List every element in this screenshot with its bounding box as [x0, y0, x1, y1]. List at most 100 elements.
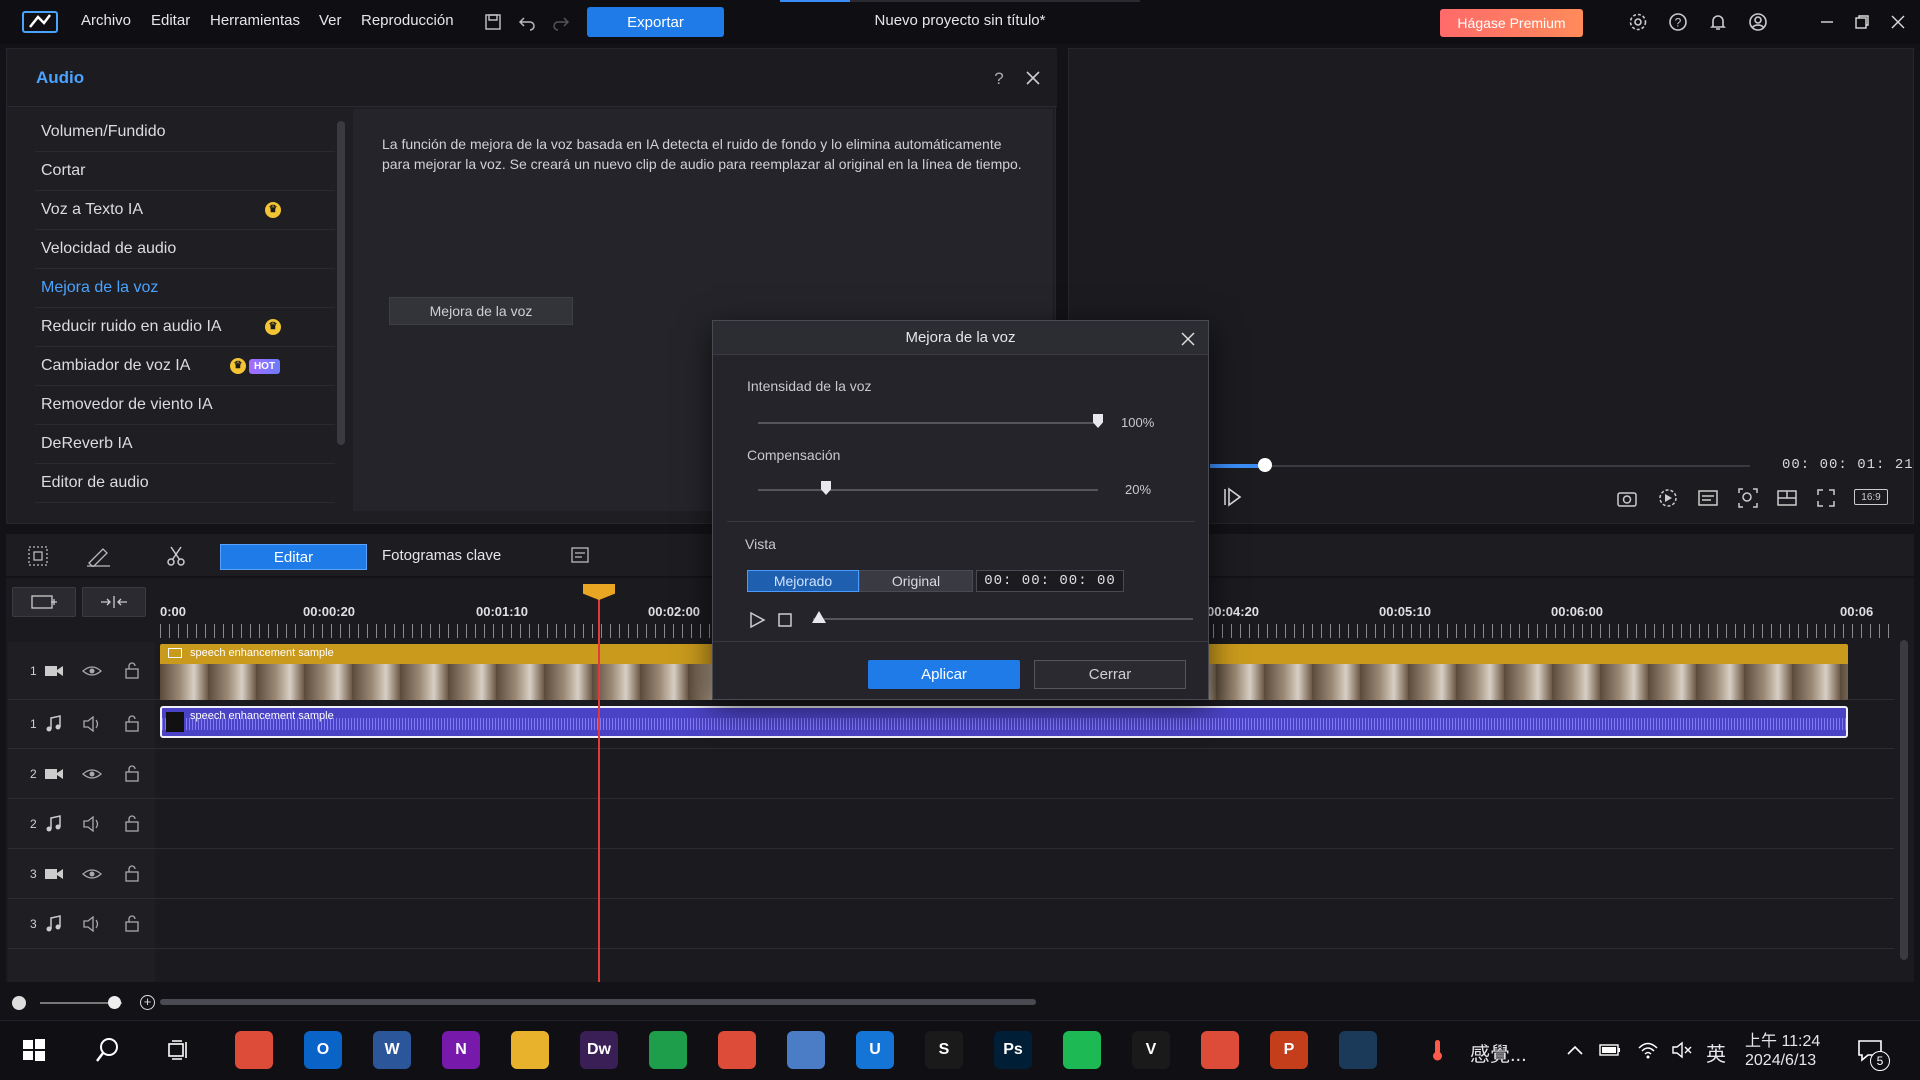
taskbar-app-icon[interactable]: [787, 1031, 825, 1069]
zoom-fit-icon[interactable]: [1736, 486, 1760, 510]
play-step-icon[interactable]: [1220, 485, 1244, 509]
lock-icon[interactable]: [122, 813, 142, 833]
audio-item-mejora-voz[interactable]: Mejora de la voz: [35, 269, 335, 308]
audio-item-cortar[interactable]: Cortar: [35, 152, 335, 191]
taskbar-app-icon[interactable]: Ps: [994, 1031, 1032, 1069]
taskbar-app-icon[interactable]: W: [373, 1031, 411, 1069]
save-icon[interactable]: [481, 10, 505, 34]
compensation-slider-track[interactable]: [758, 489, 1098, 491]
fit-timeline-button[interactable]: [82, 587, 146, 617]
apply-button[interactable]: Aplicar: [868, 660, 1020, 689]
render-preview-icon[interactable]: [1656, 486, 1680, 510]
taskbar-app-icon[interactable]: P: [1270, 1031, 1308, 1069]
help-icon[interactable]: ?: [1666, 10, 1690, 34]
dialog-play-icon[interactable]: [745, 608, 769, 632]
visibility-eye-icon[interactable]: [82, 764, 102, 784]
visibility-eye-icon[interactable]: [82, 661, 102, 681]
subtitles-icon[interactable]: [1696, 486, 1720, 510]
taskbar-app-icon[interactable]: V: [1132, 1031, 1170, 1069]
timeline-vertical-scrollbar[interactable]: [1900, 640, 1908, 960]
audio-clip[interactable]: speech enhancement sample: [160, 706, 1848, 738]
dialog-stop-icon[interactable]: [773, 608, 797, 632]
lock-icon[interactable]: [122, 713, 142, 733]
pen-tool-icon[interactable]: [86, 544, 110, 568]
task-view-icon[interactable]: [166, 1038, 190, 1062]
taskbar-app-icon[interactable]: N: [442, 1031, 480, 1069]
audio-item-cambiador-voz[interactable]: Cambiador de voz IA ♛ HOT: [35, 347, 335, 386]
minimize-icon[interactable]: [1815, 10, 1839, 34]
add-track-button[interactable]: [12, 587, 76, 617]
view-original-toggle[interactable]: Original: [859, 570, 973, 592]
account-icon[interactable]: [1746, 10, 1770, 34]
menu-ver[interactable]: Ver: [319, 12, 342, 29]
audio-item-voz-a-texto[interactable]: Voz a Texto IA ♛: [35, 191, 335, 230]
menu-editar[interactable]: Editar: [151, 12, 190, 29]
tab-keyframes[interactable]: Fotogramas clave: [382, 547, 501, 564]
lock-icon[interactable]: [122, 863, 142, 883]
lock-icon[interactable]: [122, 763, 142, 783]
speaker-icon[interactable]: [82, 914, 102, 934]
taskbar-app-icon[interactable]: [649, 1031, 687, 1069]
audio-item-dereverb[interactable]: DeReverb IA: [35, 425, 335, 464]
audio-item-velocidad[interactable]: Velocidad de audio: [35, 230, 335, 269]
taskbar-app-icon[interactable]: S: [925, 1031, 963, 1069]
clock-date[interactable]: 2024/6/13: [1745, 1052, 1816, 1070]
preview-scrubber-track[interactable]: [1210, 465, 1750, 467]
visibility-eye-icon[interactable]: [82, 864, 102, 884]
notification-bell-icon[interactable]: [1706, 10, 1730, 34]
dialog-close-icon[interactable]: [1176, 327, 1200, 351]
aspect-ratio-badge[interactable]: 16:9: [1854, 489, 1888, 505]
lock-icon[interactable]: [122, 913, 142, 933]
zoom-out-icon[interactable]: [12, 996, 26, 1010]
weather-thermometer-icon[interactable]: [1425, 1038, 1449, 1062]
speaker-icon[interactable]: [82, 814, 102, 834]
tray-chevron-up-icon[interactable]: [1563, 1038, 1587, 1062]
input-method-indicator[interactable]: 英: [1706, 1038, 1726, 1067]
intensity-slider-track[interactable]: [758, 422, 1098, 424]
taskbar-app-icon[interactable]: [1339, 1031, 1377, 1069]
redo-icon[interactable]: [549, 10, 573, 34]
subtitle-track-icon[interactable]: [568, 544, 592, 568]
restore-icon[interactable]: [1850, 10, 1874, 34]
menu-archivo[interactable]: Archivo: [81, 12, 131, 29]
close-button[interactable]: Cerrar: [1034, 660, 1186, 689]
windows-start-icon[interactable]: [22, 1038, 46, 1062]
wifi-icon[interactable]: [1636, 1038, 1660, 1062]
battery-icon[interactable]: [1598, 1038, 1622, 1062]
taskbar-app-icon[interactable]: U: [856, 1031, 894, 1069]
compensation-slider-handle[interactable]: [821, 481, 831, 495]
menu-herramientas[interactable]: Herramientas: [210, 12, 300, 29]
taskbar-app-icon[interactable]: [511, 1031, 549, 1069]
close-window-icon[interactable]: [1886, 10, 1910, 34]
taskbar-app-icon[interactable]: O: [304, 1031, 342, 1069]
audio-item-removedor-viento[interactable]: Removedor de viento IA: [35, 386, 335, 425]
select-tool-icon[interactable]: [26, 544, 50, 568]
audio-item-volumen[interactable]: Volumen/Fundido: [35, 113, 335, 152]
taskbar-app-icon[interactable]: [235, 1031, 273, 1069]
taskbar-app-icon[interactable]: [718, 1031, 756, 1069]
layout-icon[interactable]: [1775, 486, 1799, 510]
search-icon[interactable]: [94, 1036, 122, 1064]
scissors-icon[interactable]: [164, 544, 188, 568]
snapshot-camera-icon[interactable]: [1615, 486, 1639, 510]
undo-icon[interactable]: [515, 10, 539, 34]
audio-help-icon[interactable]: ?: [987, 66, 1011, 90]
view-improved-toggle[interactable]: Mejorado: [747, 570, 859, 592]
preview-scrubber-handle[interactable]: [1258, 458, 1272, 472]
audio-item-reducir-ruido[interactable]: Reducir ruido en audio IA ♛: [35, 308, 335, 347]
settings-icon[interactable]: [1626, 10, 1650, 34]
audio-close-icon[interactable]: [1021, 66, 1045, 90]
tab-edit[interactable]: Editar: [220, 544, 367, 570]
menu-reproduccion[interactable]: Reproducción: [361, 12, 454, 29]
audio-list-scrollbar[interactable]: [337, 121, 345, 445]
zoom-in-icon[interactable]: +: [140, 995, 155, 1010]
clock-time[interactable]: 上午 11:24: [1745, 1027, 1820, 1051]
premium-button[interactable]: Hágase Premium: [1440, 9, 1583, 37]
audio-item-editor-audio[interactable]: Editor de audio: [35, 464, 335, 503]
lock-icon[interactable]: [122, 660, 142, 680]
speaker-icon[interactable]: [82, 714, 102, 734]
taskbar-app-icon[interactable]: [1063, 1031, 1101, 1069]
zoom-slider-handle[interactable]: [108, 996, 121, 1009]
dialog-preview-track[interactable]: [813, 618, 1193, 620]
voice-enhance-button[interactable]: Mejora de la voz: [389, 297, 573, 325]
